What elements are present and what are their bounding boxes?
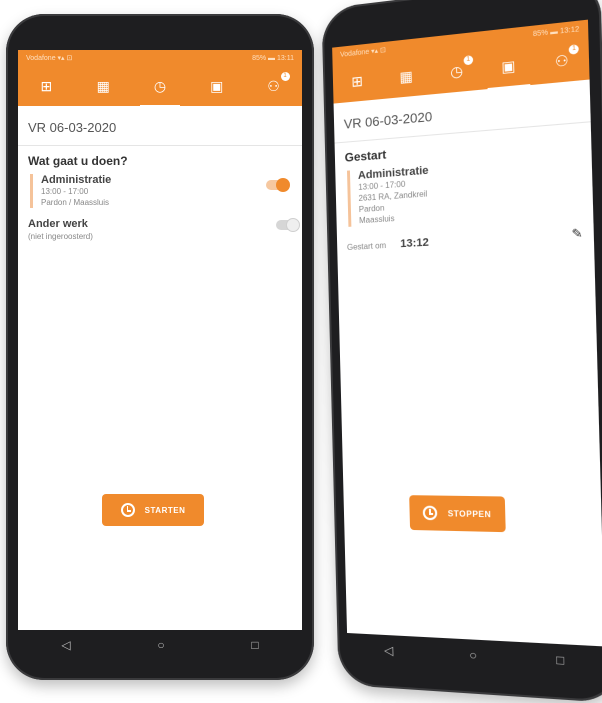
- back-icon[interactable]: ◁: [384, 643, 394, 658]
- left-screen: Vodafone ▾▴ ⊡ 85% ▬ 13:11 ⊞ ▦ ◷ ▣ ⚇ 1 VR …: [18, 50, 302, 630]
- back-icon[interactable]: ◁: [61, 638, 70, 652]
- started-label: Gestart om: [346, 240, 387, 252]
- users-icon[interactable]: ⚇ 1: [262, 71, 290, 95]
- android-navbar: ◁ ○ □: [18, 632, 302, 658]
- recents-icon[interactable]: □: [251, 638, 258, 652]
- status-carrier: Vodafone ▾▴ ⊡: [340, 46, 387, 59]
- users-icon[interactable]: ⚇ 1: [548, 43, 580, 71]
- clock-icon[interactable]: ◷ 1: [444, 54, 474, 81]
- recents-icon[interactable]: □: [556, 652, 564, 667]
- edit-icon[interactable]: ✎: [571, 226, 583, 242]
- left-phone: Vodafone ▾▴ ⊡ 85% ▬ 13:11 ⊞ ▦ ◷ ▣ ⚇ 1 VR …: [6, 14, 314, 680]
- started-time: 13:12: [400, 236, 429, 251]
- home-icon[interactable]: ○: [469, 648, 477, 663]
- stop-button-label: STOPPEN: [447, 508, 492, 519]
- right-screen: Vodafone ▾▴ ⊡ 85% ▬ 13:12 ⊞ ▦ ◷ 1 ▣ ⚇ 1 VR…: [332, 19, 602, 647]
- status-battery-time: 85% ▬ 13:12: [532, 25, 580, 38]
- stop-button[interactable]: STOPPEN: [409, 495, 506, 533]
- status-bar: Vodafone ▾▴ ⊡ 85% ▬ 13:11: [18, 50, 302, 66]
- activity-name: Administratie: [41, 174, 112, 186]
- activity-location: Pardon / Maassluis: [41, 198, 110, 207]
- app-toolbar: ⊞ ▦ ◷ ▣ ⚇ 1: [18, 66, 302, 108]
- date-heading: VR 06-03-2020: [18, 106, 302, 146]
- activity-toggle[interactable]: [266, 178, 290, 192]
- right-phone: Vodafone ▾▴ ⊡ 85% ▬ 13:12 ⊞ ▦ ◷ 1 ▣ ⚇ 1 VR…: [321, 0, 602, 703]
- clock-icon[interactable]: ◷: [139, 78, 180, 108]
- other-work-name: Ander werk: [28, 218, 88, 230]
- home-icon[interactable]: ○: [157, 638, 164, 652]
- calendar-icon[interactable]: ▦: [91, 78, 115, 95]
- square-icon[interactable]: ▣: [495, 56, 521, 76]
- square-icon[interactable]: ▣: [205, 78, 229, 95]
- grid-icon[interactable]: ⊞: [345, 71, 369, 90]
- notification-badge: 1: [463, 54, 474, 65]
- other-work-subtitle: (niet ingeroosterd): [28, 232, 93, 241]
- start-button-label: STARTEN: [144, 505, 186, 515]
- start-button[interactable]: STARTEN: [102, 494, 204, 526]
- notification-badge: 1: [569, 43, 580, 55]
- question-heading: Wat gaat u doen?: [28, 154, 128, 168]
- other-work-toggle[interactable]: [276, 218, 300, 232]
- activity-time: 13:00 - 17:00: [41, 187, 89, 196]
- status-carrier: Vodafone ▾▴ ⊡: [26, 55, 73, 62]
- clock-icon: [422, 505, 438, 521]
- clock-icon: [120, 503, 135, 517]
- calendar-icon[interactable]: ▦: [394, 66, 419, 86]
- notification-badge: 1: [280, 71, 290, 81]
- grid-icon[interactable]: ⊞: [34, 78, 58, 95]
- toggle-knob: [276, 178, 290, 192]
- activity-item[interactable]: Administratie 13:00 - 17:00 Pardon / Maa…: [30, 174, 292, 208]
- toggle-knob: [286, 218, 300, 232]
- status-battery-time: 85% ▬ 13:11: [252, 54, 294, 62]
- other-work-item[interactable]: Ander werk: [18, 214, 302, 232]
